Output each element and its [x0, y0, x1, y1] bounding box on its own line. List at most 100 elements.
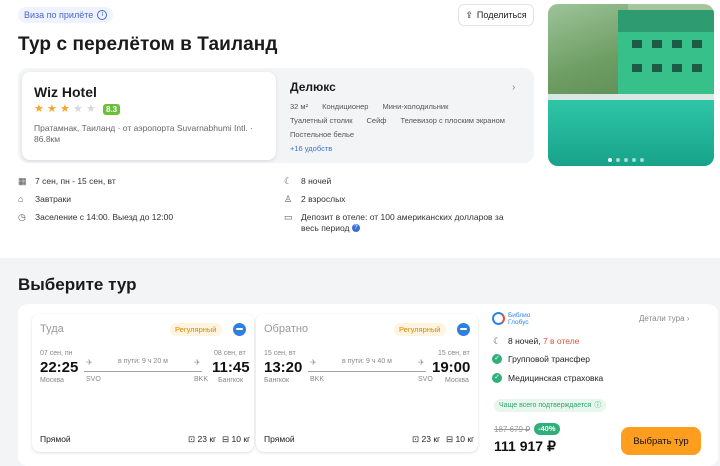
- baggage-weight: 23 кг: [421, 434, 441, 444]
- old-price: 187 679 ₽: [494, 425, 531, 434]
- baggage-weight: 23 кг: [197, 434, 217, 444]
- baggage-icon: ⊡: [412, 434, 420, 444]
- departure-city: Москва: [40, 377, 64, 384]
- discount-badge: -40%: [534, 423, 560, 435]
- share-button-label: Поделиться: [476, 10, 527, 20]
- amenities-list: 32 м² Кондиционер Мини-холодильник Туале…: [290, 102, 522, 139]
- page-title: Тур с перелётом в Таиланд: [18, 34, 278, 55]
- flight-leg-return[interactable]: Обратно Регулярный 15 сен, вт 13:20 Банг…: [256, 314, 478, 452]
- carousel-dot[interactable]: [624, 158, 628, 162]
- choose-tour-title: Выберите тур: [18, 275, 137, 294]
- confirmation-badge: Чаще всего подтверждается ⓘ: [494, 399, 607, 412]
- regular-badge: Регулярный: [170, 323, 222, 336]
- nights-prefix: 8 ночей,: [508, 336, 543, 346]
- amenity: Туалетный столик: [290, 116, 353, 125]
- operator-name: Библио Глобус: [508, 312, 531, 326]
- share-button[interactable]: ⇪ Поделиться: [458, 4, 534, 26]
- confirmation-text: Чаще всего подтверждается: [499, 402, 592, 409]
- tour-details-link[interactable]: Детали тура ›: [639, 314, 689, 323]
- detail-deposit: ▭ Депозит в отеле: от 100 американских д…: [284, 212, 514, 238]
- more-amenities-link[interactable]: +16 удобств: [290, 144, 522, 153]
- trip-details-left: ▦ 7 сен, пн - 15 сен, вт ⌂ Завтраки ◷ За…: [18, 176, 173, 230]
- photo-window: [672, 40, 682, 48]
- trip-details-right: ☾ 8 ночей ♙ 2 взрослых ▭ Депозит в отеле…: [284, 176, 514, 238]
- summary-nights: ☾ 8 ночей, 7 в отеле: [492, 336, 579, 346]
- amenity: Постельное белье: [290, 130, 355, 139]
- carousel-dot[interactable]: [632, 158, 636, 162]
- chevron-right-icon: ›: [512, 82, 516, 93]
- flight-duration: в пути: 9 ч 40 м: [342, 358, 392, 365]
- help-icon[interactable]: ?: [351, 224, 360, 232]
- photo-carousel-dots[interactable]: [608, 158, 644, 162]
- info-icon: i: [97, 10, 108, 20]
- summary-transfer: ✓ Групповой трансфер: [492, 354, 590, 364]
- check-icon: ✓: [492, 373, 502, 383]
- plane-landing-icon: ✈: [194, 358, 201, 367]
- airline-logo-icon: [457, 323, 470, 336]
- baggage-icon: ⊡: [188, 434, 196, 444]
- deposit-text: Депозит в отеле: от 100 американских дол…: [301, 212, 514, 234]
- photo-pool: [548, 100, 714, 166]
- hand-luggage-info: ⊟ 10 кг: [446, 434, 474, 445]
- hand-luggage-weight: 10 кг: [455, 434, 475, 444]
- visa-badge-label: Виза по прилёте: [24, 10, 94, 20]
- detail-dates: ▦ 7 сен, пн - 15 сен, вт: [18, 176, 173, 194]
- departure-time: 13:20: [264, 359, 303, 376]
- nights-in-hotel: 7 в отеле: [542, 336, 580, 346]
- tour-price: 111 917 ₽: [494, 438, 556, 454]
- nights-text: 8 ночей: [301, 176, 332, 186]
- amenity: 32 м²: [290, 102, 309, 111]
- chevron-right-icon: ›: [686, 314, 690, 323]
- hotel-photo[interactable]: [548, 4, 714, 166]
- select-tour-button[interactable]: Выбрать тур: [621, 427, 701, 455]
- arrival-date: 15 сен, вт: [438, 350, 470, 357]
- room-info[interactable]: Делюкс › 32 м² Кондиционер Мини-холодиль…: [290, 80, 522, 153]
- checkin-text: Заселение с 14:00. Выезд до 12:00: [35, 212, 174, 222]
- amenity: Мини-холодильник: [382, 102, 449, 111]
- photo-window: [632, 40, 642, 48]
- hand-luggage-info: ⊟ 10 кг: [222, 434, 250, 445]
- departure-time: 22:25: [40, 359, 79, 376]
- share-icon: ⇪: [465, 9, 473, 20]
- amenity: Сейф: [366, 116, 387, 125]
- clock-icon: ◷: [18, 212, 26, 222]
- person-icon: ♙: [284, 194, 293, 204]
- airline-logo-icon: [233, 323, 246, 336]
- detail-guests: ♙ 2 взрослых: [284, 194, 514, 212]
- deposit-label: Депозит в отеле: от 100 американских дол…: [301, 212, 504, 233]
- amenity: Кондиционер: [322, 102, 369, 111]
- summary-insurance: ✓ Медицинская страховка: [492, 373, 603, 383]
- flight-leg-outbound[interactable]: Туда Регулярный 07 сен, пн 22:25 Москва …: [32, 314, 254, 452]
- route-line: [308, 371, 426, 372]
- arrival-airport-code: BKK: [194, 376, 209, 383]
- star-empty-icon: ★: [86, 103, 96, 115]
- departure-airport-code: SVO: [86, 376, 101, 383]
- carousel-dot[interactable]: [608, 158, 612, 162]
- check-icon: ✓: [492, 354, 502, 364]
- departure-date: 15 сен, вт: [264, 350, 296, 357]
- detail-nights: ☾ 8 ночей: [284, 176, 514, 194]
- detail-meals: ⌂ Завтраки: [18, 194, 173, 212]
- leg-title: Обратно: [264, 323, 309, 335]
- carousel-dot[interactable]: [616, 158, 620, 162]
- visa-badge[interactable]: Виза по прилёте i: [18, 7, 114, 23]
- star-icon: ★: [47, 103, 57, 115]
- hotel-card[interactable]: Wiz Hotel ★ ★ ★ ★ ★ 8.3 Пратамнак, Таила…: [22, 72, 276, 160]
- rating-badge: 8.3: [103, 104, 121, 115]
- detail-checkin: ◷ Заселение с 14:00. Выезд до 12:00: [18, 212, 173, 230]
- departure-city: Бангкок: [264, 377, 290, 384]
- carousel-dot[interactable]: [640, 158, 644, 162]
- guests-text: 2 взрослых: [301, 194, 346, 204]
- baggage-info: ⊡ 23 кг: [412, 434, 440, 445]
- summary-nights-text: 8 ночей, 7 в отеле: [508, 336, 579, 346]
- meals-text: Завтраки: [35, 194, 72, 204]
- flight-type: Прямой: [40, 434, 71, 444]
- star-empty-icon: ★: [73, 103, 83, 115]
- info-icon[interactable]: ⓘ: [594, 399, 601, 412]
- flight-type: Прямой: [264, 434, 295, 444]
- hotel-name: Wiz Hotel: [34, 84, 97, 100]
- room-title: Делюкс: [290, 80, 336, 94]
- arrival-time: 19:00: [432, 359, 471, 376]
- moon-icon: ☾: [284, 176, 293, 186]
- hotel-location: Пратамнак, Таиланд · от аэропорта Suvarn…: [34, 123, 253, 144]
